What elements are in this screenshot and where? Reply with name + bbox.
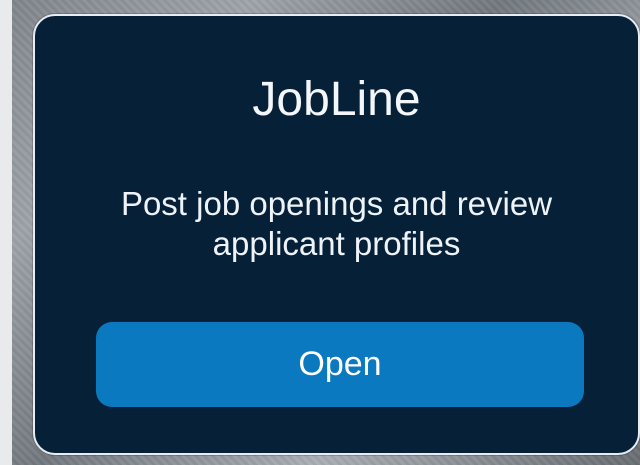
app-title: JobLine [252, 73, 421, 126]
open-button[interactable]: Open [96, 322, 584, 407]
app-description: Post job openings and review applicant p… [120, 185, 553, 262]
app-card: JobLine Post job openings and review app… [33, 14, 640, 455]
